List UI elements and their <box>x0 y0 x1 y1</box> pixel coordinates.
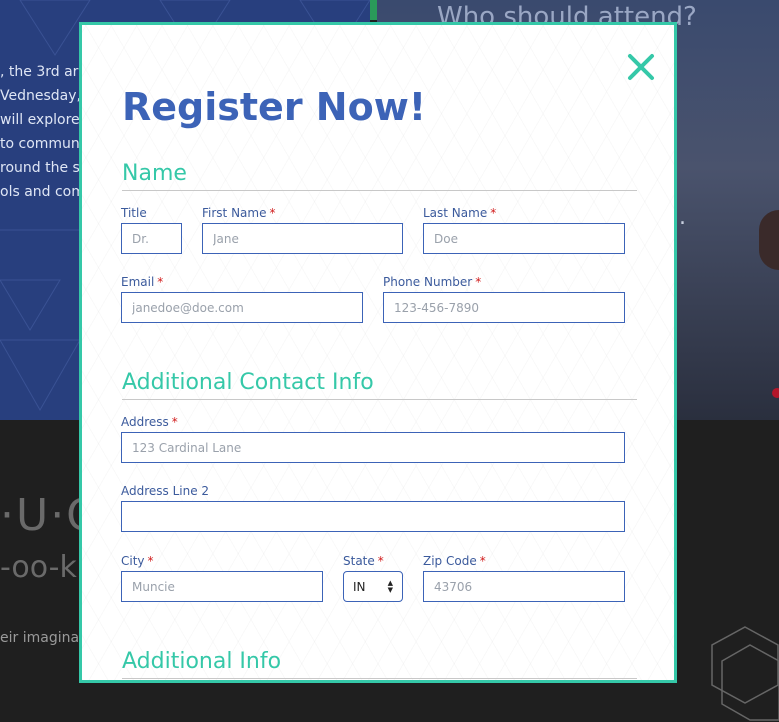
required-marker: * <box>157 275 164 289</box>
address-label: Address * <box>121 415 178 429</box>
required-marker: * <box>475 275 482 289</box>
email-label: Email * <box>121 275 163 289</box>
state-label-text: State <box>343 554 375 568</box>
close-icon[interactable] <box>626 52 656 82</box>
last-name-input[interactable] <box>423 223 625 254</box>
address-line-2-label-text: Address Line 2 <box>121 484 210 498</box>
email-label-text: Email <box>121 275 155 289</box>
first-name-label: First Name * <box>202 206 275 220</box>
modal-title: Register Now! <box>122 85 427 129</box>
section-heading-name: Name <box>122 161 187 186</box>
state-label: State * <box>343 554 384 568</box>
background-line: round the s <box>0 160 80 176</box>
last-name-label: Last Name * <box>423 206 496 220</box>
state-select[interactable]: IN ▲ ▼ <box>343 571 403 602</box>
last-name-label-text: Last Name <box>423 206 488 220</box>
first-name-input[interactable] <box>202 223 403 254</box>
background-body-text: eir imaginat <box>0 630 85 646</box>
zip-input[interactable] <box>423 571 625 602</box>
section-divider <box>122 678 637 679</box>
required-marker: * <box>490 206 497 220</box>
section-divider <box>122 399 637 400</box>
background-hexagon-decoration <box>711 626 779 721</box>
background-brand-subtext: -oo-k <box>0 550 77 585</box>
required-marker: * <box>147 554 154 568</box>
phone-label: Phone Number * <box>383 275 481 289</box>
city-label-text: City <box>121 554 145 568</box>
background-photo-figure <box>759 210 779 270</box>
registration-modal: Register Now! Name Title First Name* Las… <box>79 22 677 683</box>
city-label: City * <box>121 554 154 568</box>
required-marker: * <box>377 554 384 568</box>
title-input[interactable] <box>121 223 182 254</box>
background-line: Vednesday, <box>0 88 81 104</box>
city-input[interactable] <box>121 571 323 602</box>
background-photo-detail <box>772 388 779 398</box>
required-marker: * <box>269 206 276 220</box>
address-input[interactable] <box>121 432 625 463</box>
background-line: , the 3rd ar <box>0 64 79 80</box>
background-line: will explore <box>0 112 80 128</box>
required-marker: * <box>479 554 486 568</box>
zip-label: Zip Code * <box>423 554 486 568</box>
title-label-text: Title <box>121 206 147 220</box>
phone-label-text: Phone Number <box>383 275 473 289</box>
background-dot: . <box>679 205 686 230</box>
phone-input[interactable] <box>383 292 625 323</box>
required-marker: * <box>171 415 178 429</box>
close-button[interactable] <box>626 52 656 82</box>
section-heading-contact: Additional Contact Info <box>122 370 374 395</box>
background-accent-bar <box>370 0 377 20</box>
select-arrows-icon: ▲ ▼ <box>387 578 393 594</box>
zip-label-text: Zip Code <box>423 554 477 568</box>
background-line: to commun <box>0 136 80 152</box>
first-name-label-text: First Name <box>202 206 267 220</box>
title-label: Title <box>121 206 147 220</box>
section-heading-info: Additional Info <box>122 649 282 674</box>
background-paragraph: , the 3rd ar Vednesday, will explore to … <box>0 60 85 204</box>
section-divider <box>122 190 637 191</box>
address-line-2-input[interactable] <box>121 501 625 532</box>
state-select-value: IN <box>353 579 366 594</box>
address-line-2-label: Address Line 2 <box>121 484 209 498</box>
address-label-text: Address <box>121 415 169 429</box>
background-line: ols and com <box>0 184 85 200</box>
email-input[interactable] <box>121 292 363 323</box>
